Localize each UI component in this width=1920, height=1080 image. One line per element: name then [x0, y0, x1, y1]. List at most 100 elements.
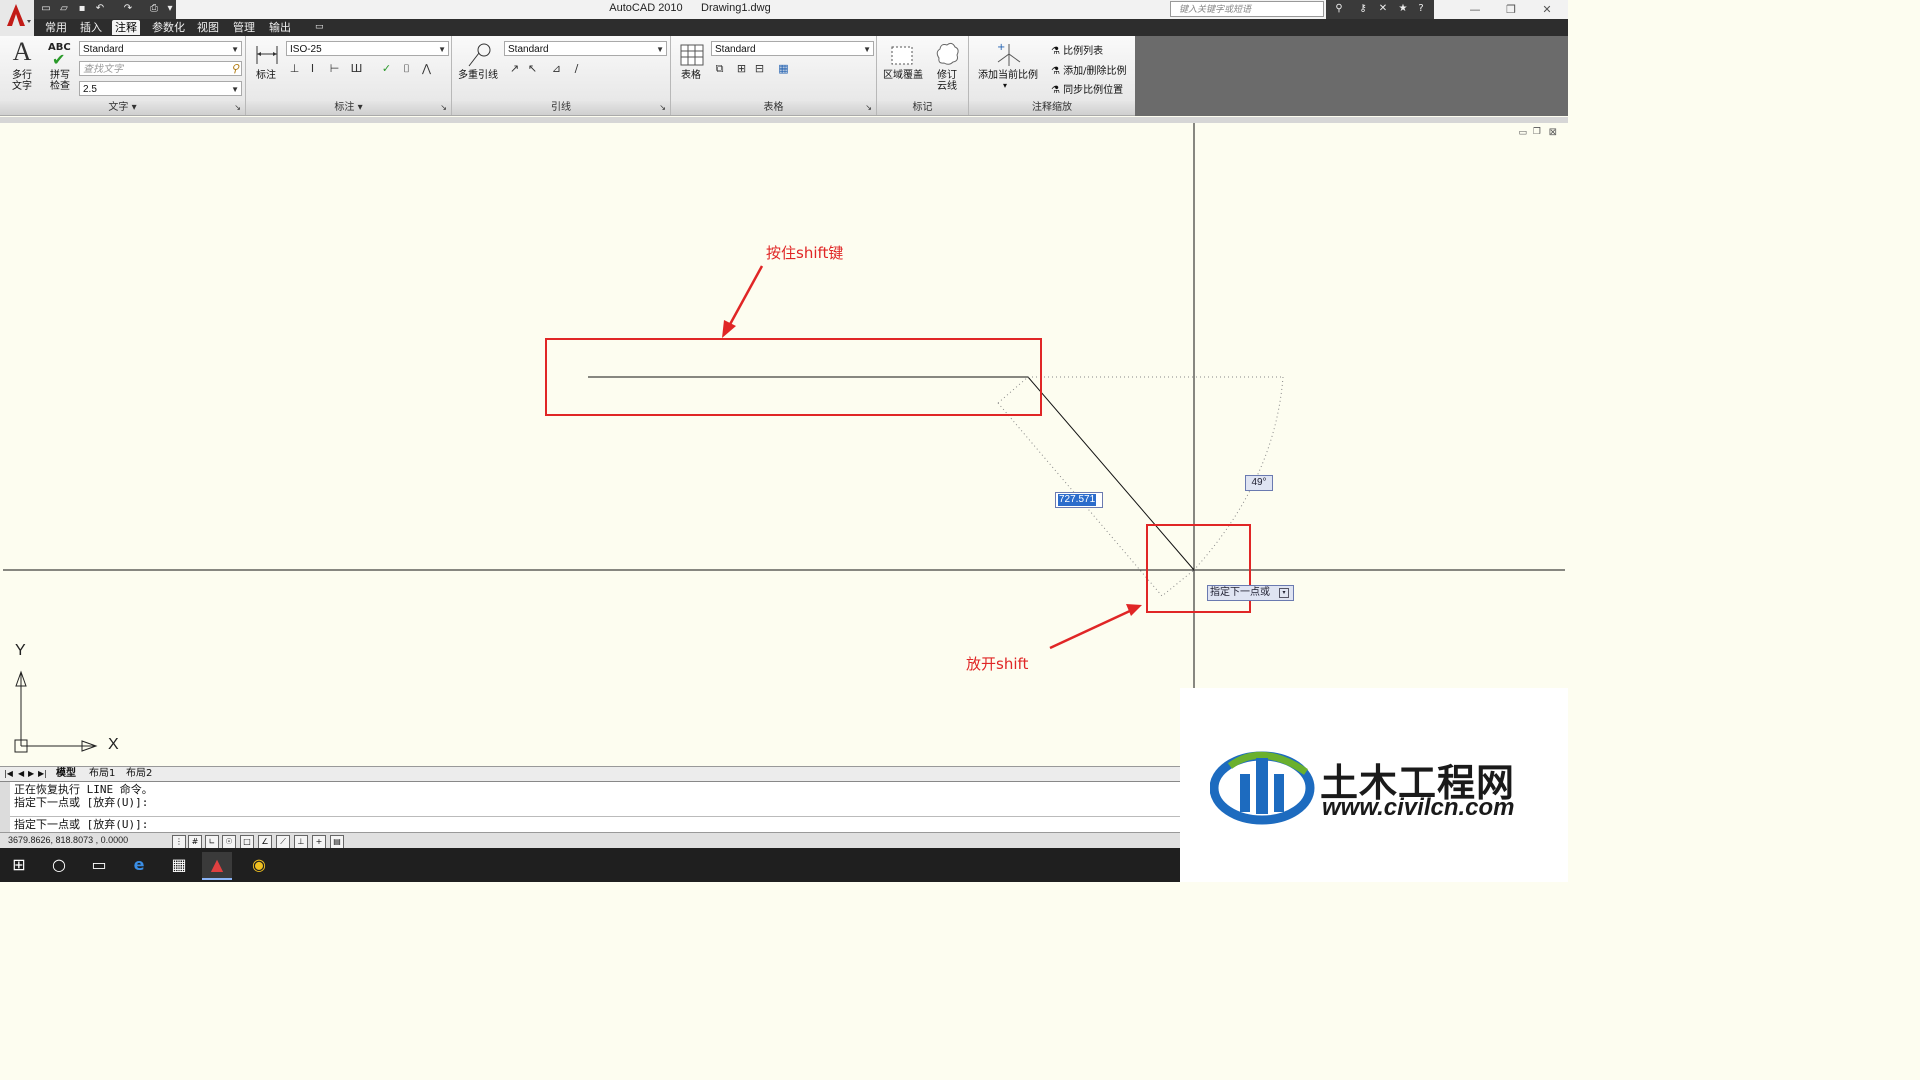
tab-annotate[interactable]: 注释 — [112, 20, 140, 35]
add-scale-icon[interactable]: + — [995, 40, 1023, 68]
tab-insert[interactable]: 插入 — [77, 20, 105, 35]
edge-browser-icon[interactable]: e — [124, 852, 154, 878]
panel-launcher-icon[interactable]: ↘ — [234, 101, 241, 115]
print-icon[interactable]: ⎙ — [148, 3, 160, 15]
command-window-grip[interactable] — [0, 782, 10, 832]
add-current-scale-button[interactable]: 添加当前比例 — [973, 70, 1043, 81]
panel-launcher-icon[interactable]: ↘ — [865, 101, 872, 115]
annotation-scaling-panel-title[interactable]: 注释缩放 — [969, 101, 1135, 115]
cortana-search-icon[interactable]: ○ — [44, 852, 74, 878]
align-leader-icon[interactable]: ⊿ — [548, 60, 565, 77]
object-snap-icon[interactable]: □ — [240, 835, 254, 849]
tab-output[interactable]: 输出 — [266, 20, 294, 35]
dynamic-ucs-icon[interactable]: ⟋ — [276, 835, 290, 849]
tab-model[interactable]: 模型 — [56, 767, 76, 781]
multileader-button[interactable]: 多重引线 — [454, 70, 502, 81]
windows-start-icon[interactable]: ⊞ — [4, 852, 34, 878]
tools-icon[interactable]: ✕ — [1376, 3, 1390, 15]
redo-icon[interactable]: ↷ — [122, 3, 134, 15]
favorites-star-icon[interactable]: ★ — [1396, 3, 1410, 15]
upload-table-icon[interactable]: ▦ — [775, 60, 792, 77]
text-style-select[interactable]: Standard ▼ — [79, 41, 242, 56]
tab-layout1[interactable]: 布局1 — [89, 767, 115, 781]
dim-inspect-icon[interactable]: ✓ — [378, 60, 395, 77]
sync-scale-button[interactable]: ⚗ 同步比例位置 — [1051, 81, 1123, 96]
revision-cloud-icon[interactable] — [933, 40, 961, 68]
grid-display-icon[interactable]: # — [188, 835, 202, 849]
application-menu-button[interactable] — [0, 0, 34, 36]
panel-launcher-icon[interactable]: ↘ — [440, 101, 447, 115]
dim-style-select[interactable]: ISO-25 ▼ — [286, 41, 449, 56]
drawing-canvas[interactable]: ▭ ❐ ⊠ — [3, 123, 1565, 770]
qat-dropdown-icon[interactable]: ▾ — [164, 3, 176, 15]
key-icon[interactable]: ⚷ — [1356, 3, 1370, 15]
open-file-icon[interactable]: ▱ — [58, 3, 70, 15]
download-table-icon[interactable]: ⊟ — [751, 60, 768, 77]
object-snap-tracking-icon[interactable]: ∠ — [258, 835, 272, 849]
dimension-icon[interactable] — [254, 42, 280, 68]
polar-tracking-icon[interactable]: ☉ — [222, 835, 236, 849]
length-dynamic-input[interactable]: 727.571 — [1055, 492, 1103, 508]
first-tab-icon[interactable]: |◀ — [4, 767, 13, 781]
wipeout-icon[interactable] — [889, 42, 915, 68]
binoculars-icon[interactable]: ⚲ — [1332, 3, 1346, 15]
prev-tab-icon[interactable]: ◀ — [18, 767, 24, 781]
dim-update-icon[interactable]: ⌷ — [398, 60, 415, 77]
dim-break-icon[interactable]: ⊥ — [286, 60, 303, 77]
multileader-icon[interactable] — [466, 42, 492, 68]
wipeout-button[interactable]: 区域覆盖 — [879, 70, 927, 81]
dim-adjust-space-icon[interactable]: I — [304, 60, 321, 77]
text-height-select[interactable]: 2.5 ▼ — [79, 81, 242, 96]
tab-manage[interactable]: 管理 — [230, 20, 258, 35]
restore-icon[interactable]: ❐ — [1496, 1, 1526, 18]
undo-icon[interactable]: ↶ — [94, 3, 106, 15]
dimension-button[interactable]: 标注 — [250, 70, 282, 81]
panel-launcher-icon[interactable]: ↘ — [659, 101, 666, 115]
drawing-restore-icon[interactable]: ❐ — [1533, 127, 1541, 137]
next-tab-icon[interactable]: ▶ — [28, 767, 34, 781]
extract-data-icon[interactable]: ⊞ — [733, 60, 750, 77]
tab-home[interactable]: 常用 — [42, 20, 70, 35]
revision-cloud-button[interactable]: 修订 云线 — [931, 70, 963, 92]
dim-jog-icon[interactable]: ⋀ — [418, 60, 435, 77]
remove-leader-icon[interactable]: ↖ — [524, 60, 541, 77]
command-input-line[interactable]: 指定下一点或 [放弃(U)]: — [14, 818, 148, 831]
table-icon[interactable] — [679, 42, 705, 68]
browser-taskbar-icon[interactable]: ◉ — [244, 852, 274, 878]
calculator-icon[interactable]: ▦ — [164, 852, 194, 878]
dim-baseline-icon[interactable]: ⊢ — [326, 60, 343, 77]
autocad-taskbar-icon[interactable]: ▲ — [202, 852, 232, 880]
tab-parametric[interactable]: 参数化 — [149, 20, 188, 35]
new-file-icon[interactable]: ▭ — [40, 3, 52, 15]
markup-panel-title[interactable]: 标记 — [877, 101, 968, 115]
last-tab-icon[interactable]: ▶| — [38, 767, 47, 781]
text-panel-title[interactable]: 文字 ▾ ↘ — [0, 101, 245, 115]
lineweight-icon[interactable]: + — [312, 835, 326, 849]
drawing-minimize-icon[interactable]: ▭ — [1518, 128, 1527, 138]
dynamic-input-icon[interactable]: ⊥ — [294, 835, 308, 849]
mtext-icon[interactable]: A — [8, 39, 36, 65]
options-down-arrow-icon[interactable]: ▾ — [1279, 588, 1289, 598]
tab-layout2[interactable]: 布局2 — [126, 767, 152, 781]
leader-style-select[interactable]: Standard ▼ — [504, 41, 667, 56]
table-style-select[interactable]: Standard ▼ — [711, 41, 874, 56]
coordinate-readout[interactable]: 3679.8626, 818.8073 , 0.0000 — [8, 835, 128, 845]
quick-properties-icon[interactable]: ▤ — [330, 835, 344, 849]
help-search-input[interactable]: 键入关键字或短语 — [1170, 1, 1324, 17]
spellcheck-button[interactable]: 拼写 检查 — [44, 70, 76, 92]
dim-continue-icon[interactable]: Ш — [348, 60, 365, 77]
mtext-button[interactable]: 多行 文字 — [6, 70, 38, 92]
help-icon[interactable]: ? — [1414, 3, 1428, 15]
tab-view[interactable]: 视图 — [194, 20, 222, 35]
drawing-close-icon[interactable]: ⊠ — [1549, 127, 1557, 138]
scale-list-button[interactable]: ⚗ 比例列表 — [1051, 42, 1103, 57]
find-binoculars-icon[interactable]: ⚲ — [231, 62, 239, 77]
collect-leader-icon[interactable]: ∕ — [568, 60, 585, 77]
ribbon-minimize-icon[interactable]: ▭ — [312, 20, 327, 35]
table-link-icon[interactable]: ⧉ — [711, 60, 728, 77]
close-icon[interactable]: ✕ — [1532, 1, 1562, 18]
dimension-panel-title[interactable]: 标注 ▾ ↘ — [246, 101, 451, 115]
find-text-input[interactable]: 查找文字 ⚲ — [79, 61, 242, 76]
minimize-icon[interactable]: — — [1460, 1, 1490, 18]
snap-mode-icon[interactable]: ⋮ — [172, 835, 186, 849]
